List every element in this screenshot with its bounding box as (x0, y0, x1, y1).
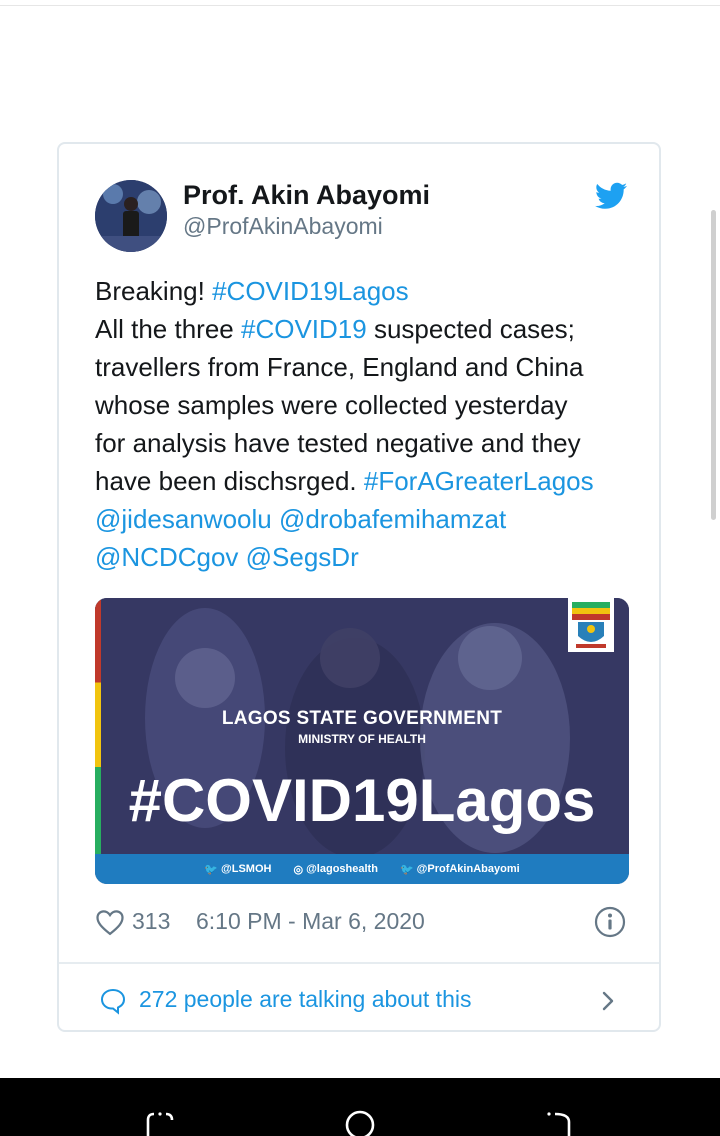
tweet-timestamp[interactable]: 6:10 PM - Mar 6, 2020 (196, 908, 425, 935)
hashtag-link[interactable]: #ForAGreaterLagos (364, 466, 594, 496)
chevron-right-icon[interactable] (597, 989, 619, 1013)
tweet-text-segment: suspected cases; (366, 314, 575, 344)
mention-link[interactable]: @NCDCgov (95, 542, 238, 572)
media-social-label: @ProfAkinAbayomi (416, 863, 520, 875)
twitter-small-icon: 🐦 (399, 863, 414, 876)
media-social-label: @LSMOH (221, 863, 272, 875)
info-icon[interactable] (594, 906, 626, 938)
scrollbar[interactable] (711, 210, 716, 520)
tweet-text-segment: travellers from France, England and Chin… (95, 352, 584, 382)
media-social-row: 🐦 @LSMOH ◎ @lagoshealth 🐦 @ProfAkinAbayo… (95, 854, 629, 884)
tweet-text-line: All the three #COVID19 suspected cases; (95, 310, 635, 348)
tweet-text-line: @jidesanwoolu @drobafemihamzat (95, 500, 635, 538)
media-subtitle: MINISTRY OF HEALTH (298, 732, 426, 746)
tweet-text-segment: for analysis have tested negative and th… (95, 428, 581, 458)
media-social-twitter: 🐦 @LSMOH (204, 863, 271, 876)
tweet-text-line: travellers from France, England and Chin… (95, 348, 635, 386)
hashtag-link[interactable]: #COVID19Lagos (212, 276, 409, 306)
tweet-text-segment: whose samples were collected yesterday (95, 390, 568, 420)
tweet-text-segment: have been dischsrged. (95, 466, 364, 496)
tweet-text-line: @NCDCgov @SegsDr (95, 538, 635, 576)
card-divider (59, 962, 659, 964)
twitter-bird-icon[interactable] (595, 182, 627, 210)
tweet-text: Breaking! #COVID19Lagos All the three #CO… (95, 272, 635, 576)
tweet-text-line: have been dischsrged. #ForAGreaterLagos (95, 462, 635, 500)
top-divider (0, 5, 720, 6)
recent-apps-icon[interactable] (144, 1108, 178, 1136)
tweet-card[interactable]: Prof. Akin Abayomi @ProfAkinAbayomi Brea… (57, 142, 661, 1032)
heart-icon[interactable] (95, 908, 125, 936)
tweet-text-segment: Breaking! (95, 276, 213, 306)
android-nav-bar (0, 1078, 720, 1136)
author-name[interactable]: Prof. Akin Abayomi (183, 180, 430, 211)
media-social-label: @lagoshealth (306, 863, 378, 875)
like-count[interactable]: 313 (132, 908, 170, 935)
avatar[interactable] (95, 180, 167, 252)
mention-link[interactable]: @SegsDr (246, 542, 359, 572)
tweet-text-segment: All the three (95, 314, 241, 344)
media-social-instagram: ◎ @lagoshealth (293, 863, 377, 876)
conversation-link[interactable]: 272 people are talking about this (99, 984, 629, 1018)
author-handle[interactable]: @ProfAkinAbayomi (183, 213, 383, 240)
media-hashtag: #COVID19Lagos (128, 767, 596, 834)
media-title: LAGOS STATE GOVERNMENT (221, 708, 503, 729)
tweet-text-segment (272, 504, 279, 534)
tweet-media-image[interactable]: LAGOS STATE GOVERNMENT MINISTRY OF HEALT… (95, 598, 629, 884)
instagram-icon: ◎ (293, 863, 304, 876)
tweet-text-segment (238, 542, 245, 572)
tweet-text-line: for analysis have tested negative and th… (95, 424, 635, 462)
mention-link[interactable]: @jidesanwoolu (95, 504, 272, 534)
comment-bubble-icon (100, 988, 126, 1015)
twitter-small-icon: 🐦 (204, 863, 219, 876)
media-social-twitter-2: 🐦 @ProfAkinAbayomi (400, 863, 520, 876)
back-icon[interactable] (543, 1108, 577, 1136)
talking-count-text[interactable]: 272 people are talking about this (139, 986, 471, 1013)
tweet-text-line: whose samples were collected yesterday (95, 386, 635, 424)
hashtag-link[interactable]: #COVID19 (241, 314, 367, 344)
tweet-meta: 313 6:10 PM - Mar 6, 2020 (95, 904, 631, 944)
lagos-crest-logo (568, 598, 614, 652)
tweet-text-line: Breaking! #COVID19Lagos (95, 272, 635, 310)
mention-link[interactable]: @drobafemihamzat (279, 504, 506, 534)
home-icon[interactable] (343, 1108, 377, 1136)
